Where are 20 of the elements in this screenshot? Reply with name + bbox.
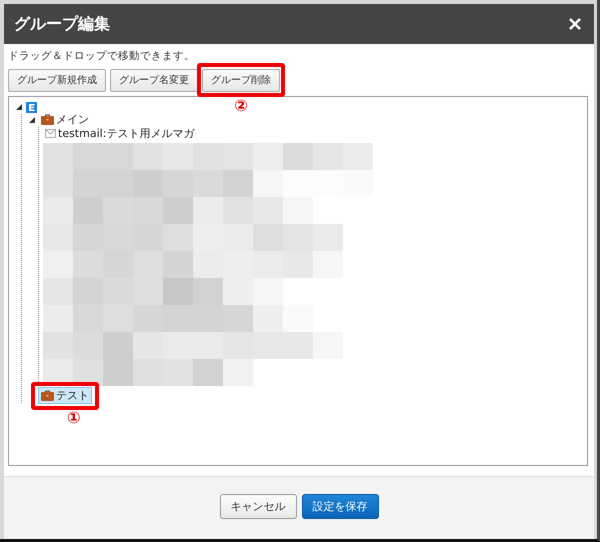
toolbar-button[interactable]: グループ新規作成 [8,68,106,92]
close-icon[interactable] [568,17,582,31]
annotation-number: ① [67,408,81,427]
envelope-icon [45,129,56,138]
dialog-button[interactable]: キャンセル [220,494,296,518]
toolbar-button[interactable]: グループ削除 [202,68,280,92]
toolbar-button[interactable]: グループ名変更 [110,68,198,92]
tree-item[interactable]: メイン [39,112,91,127]
collapse-icon[interactable] [28,116,36,124]
dialog-button[interactable]: 設定を保存 [302,494,378,518]
collapse-icon[interactable] [15,103,23,111]
window-title: グループ編集 [14,14,110,34]
briefcase-icon [41,114,54,125]
tree-item[interactable]: testmail:テスト用メルマガ [43,126,196,141]
annotation-number: ② [234,96,248,115]
briefcase-icon [41,390,54,401]
tree-item[interactable]: テスト [39,388,91,403]
hint-text: ドラッグ＆ドロップで移動できます。 [8,49,196,63]
logo-icon [26,102,37,112]
highlight-frame [31,382,99,410]
